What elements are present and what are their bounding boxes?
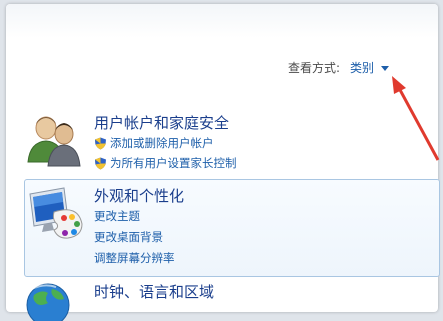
annotation-arrow bbox=[392, 76, 440, 161]
